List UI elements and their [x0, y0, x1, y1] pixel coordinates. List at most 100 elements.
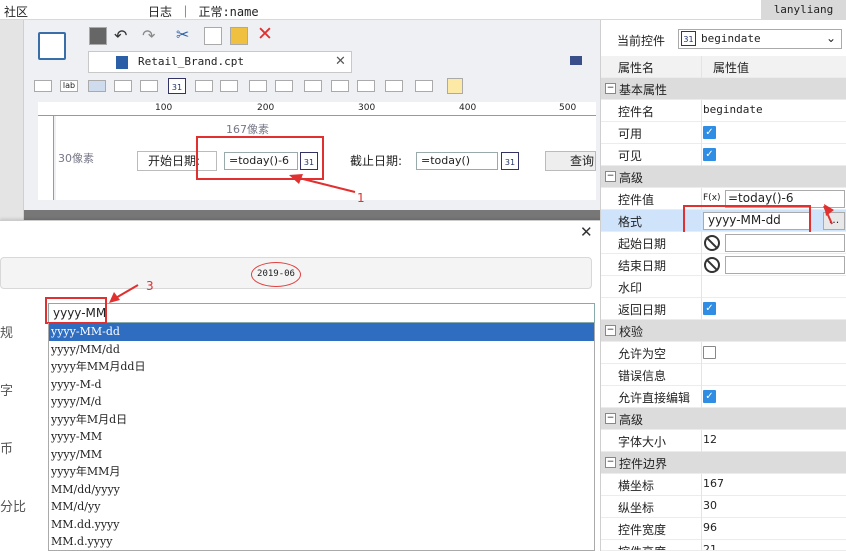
property-row[interactable]: 纵坐标 30 — [601, 496, 846, 518]
property-value[interactable]: 12 — [703, 433, 717, 446]
user-name[interactable]: lanyliang — [761, 0, 846, 20]
collapse-icon[interactable]: − — [605, 171, 616, 182]
section-advanced[interactable]: − 高级 — [601, 166, 846, 188]
property-key: 控件宽度 — [618, 523, 667, 537]
section-label: 高级 — [619, 413, 644, 427]
property-key: 起始日期 — [618, 237, 667, 251]
chevron-down-icon[interactable]: ⌄ — [826, 31, 836, 45]
checkgroup-widget-icon[interactable] — [357, 80, 375, 92]
tab-menu-icon[interactable] — [570, 56, 582, 65]
end-date-input[interactable] — [725, 256, 845, 274]
list-item[interactable]: yyyy-MM-dd — [49, 323, 594, 341]
radio-widget-icon[interactable] — [249, 80, 267, 92]
textarea-widget-icon[interactable] — [304, 80, 322, 92]
property-row[interactable]: 允许为空 ✓ — [601, 342, 846, 364]
property-value[interactable]: 96 — [703, 521, 717, 534]
category-number[interactable]: 字 — [0, 380, 13, 399]
no-entry-icon — [704, 235, 720, 251]
format-input[interactable]: yyyy-MM — [48, 303, 595, 323]
number-widget-icon[interactable] — [195, 80, 213, 92]
textbox-widget-icon[interactable] — [34, 80, 52, 92]
collapse-icon[interactable]: − — [605, 457, 616, 468]
property-row[interactable]: 控件高度 21 — [601, 540, 846, 551]
enabled-checkbox[interactable]: ✓ — [703, 126, 716, 139]
list-item[interactable]: MM.dd.yyyy — [49, 516, 594, 534]
query-button[interactable]: 查询 — [545, 151, 596, 171]
paste-icon[interactable] — [230, 27, 248, 45]
button-widget-icon[interactable] — [88, 80, 106, 92]
property-row[interactable]: 返回日期 ✓ — [601, 298, 846, 320]
property-row[interactable]: 字体大小 12 — [601, 430, 846, 452]
property-value[interactable]: 21 — [703, 543, 717, 550]
multiselect-widget-icon[interactable] — [385, 80, 403, 92]
list-item[interactable]: yyyy/M/d — [49, 393, 594, 411]
list-item[interactable]: MM/d/yy — [49, 498, 594, 516]
delete-icon[interactable]: ✕ — [257, 23, 273, 45]
return-date-checkbox[interactable]: ✓ — [703, 302, 716, 315]
property-row[interactable]: 水印 — [601, 276, 846, 298]
property-row[interactable]: 错误信息 — [601, 364, 846, 386]
list-item[interactable]: yyyy年M月d日 — [49, 411, 594, 429]
collapse-icon[interactable]: − — [605, 413, 616, 424]
property-row[interactable]: 横坐标 167 — [601, 474, 846, 496]
section-basic[interactable]: − 基本属性 — [601, 78, 846, 100]
property-value[interactable]: 167 — [703, 477, 724, 490]
property-row[interactable]: 可见 ✓ — [601, 144, 846, 166]
edit-widget-icon[interactable] — [447, 78, 463, 94]
dialog-close-icon[interactable]: ✕ — [580, 223, 593, 241]
password-widget-icon[interactable] — [331, 80, 349, 92]
property-row[interactable]: 起始日期 — [601, 232, 846, 254]
list-item[interactable]: yyyy/MM — [49, 446, 594, 464]
property-row[interactable]: 允许直接编辑 ✓ — [601, 386, 846, 408]
checkbox-widget-icon[interactable] — [275, 80, 293, 92]
community-link[interactable]: 社区 — [4, 3, 28, 20]
allow-empty-checkbox[interactable]: ✓ — [703, 346, 716, 359]
list-item[interactable]: yyyy-MM — [49, 428, 594, 446]
cut-icon[interactable]: ✂ — [176, 25, 189, 44]
copy-icon[interactable] — [204, 27, 222, 45]
current-control-select[interactable]: begindate — [678, 29, 842, 49]
section-border[interactable]: − 控件边界 — [601, 452, 846, 474]
list-item[interactable]: yyyy年MM月 — [49, 463, 594, 481]
end-date-calendar-icon[interactable]: 31 — [501, 152, 519, 170]
formula-icon[interactable]: F(x) — [703, 193, 721, 203]
category-currency[interactable]: 币 — [0, 438, 13, 457]
property-row[interactable]: 结束日期 — [601, 254, 846, 276]
property-value[interactable]: 30 — [703, 499, 717, 512]
save-icon[interactable] — [89, 27, 107, 45]
list-widget-icon[interactable] — [140, 80, 158, 92]
list-item[interactable]: yyyy-M-d — [49, 376, 594, 394]
file-icon — [116, 56, 128, 69]
allow-edit-checkbox[interactable]: ✓ — [703, 390, 716, 403]
undo-icon[interactable]: ↶ — [114, 26, 127, 45]
redo-icon[interactable]: ↷ — [142, 26, 155, 45]
label-widget-icon[interactable]: lab — [60, 80, 78, 92]
end-date-field[interactable]: =today() — [416, 152, 498, 170]
start-date-input[interactable] — [725, 234, 845, 252]
category-regular[interactable]: 规 — [0, 322, 13, 341]
list-item[interactable]: MM/dd/yyyy — [49, 481, 594, 499]
tree-widget-icon[interactable] — [220, 80, 238, 92]
visible-checkbox[interactable]: ✓ — [703, 148, 716, 161]
file-tab-label: Retail_Brand.cpt — [138, 55, 244, 68]
category-percent[interactable]: 分比 — [0, 496, 26, 515]
section-label: 校验 — [619, 325, 644, 339]
combo-widget-icon[interactable] — [114, 80, 132, 92]
property-row[interactable]: 控件宽度 96 — [601, 518, 846, 540]
collapse-icon[interactable]: − — [605, 83, 616, 94]
property-row[interactable]: 控件名 begindate — [601, 100, 846, 122]
section-validate[interactable]: − 校验 — [601, 320, 846, 342]
date-widget-icon[interactable]: 31 — [168, 78, 186, 94]
collapse-icon[interactable]: − — [605, 325, 616, 336]
tab-close-icon[interactable]: ✕ — [335, 54, 346, 69]
preview-big-icon[interactable] — [38, 32, 66, 60]
property-row[interactable]: 可用 ✓ — [601, 122, 846, 144]
list-item[interactable]: yyyy/MM/dd — [49, 341, 594, 359]
image-widget-icon[interactable] — [415, 80, 433, 92]
section-advanced-2[interactable]: − 高级 — [601, 408, 846, 430]
list-item[interactable]: yyyy年MM月dd日 — [49, 358, 594, 376]
format-list[interactable]: yyyy-MM-dd yyyy/MM/dd yyyy年MM月dd日 yyyy-M… — [48, 323, 595, 551]
list-item[interactable]: MM.d.yyyy — [49, 533, 594, 550]
property-value[interactable]: begindate — [703, 103, 763, 116]
top-bar — [0, 0, 846, 20]
